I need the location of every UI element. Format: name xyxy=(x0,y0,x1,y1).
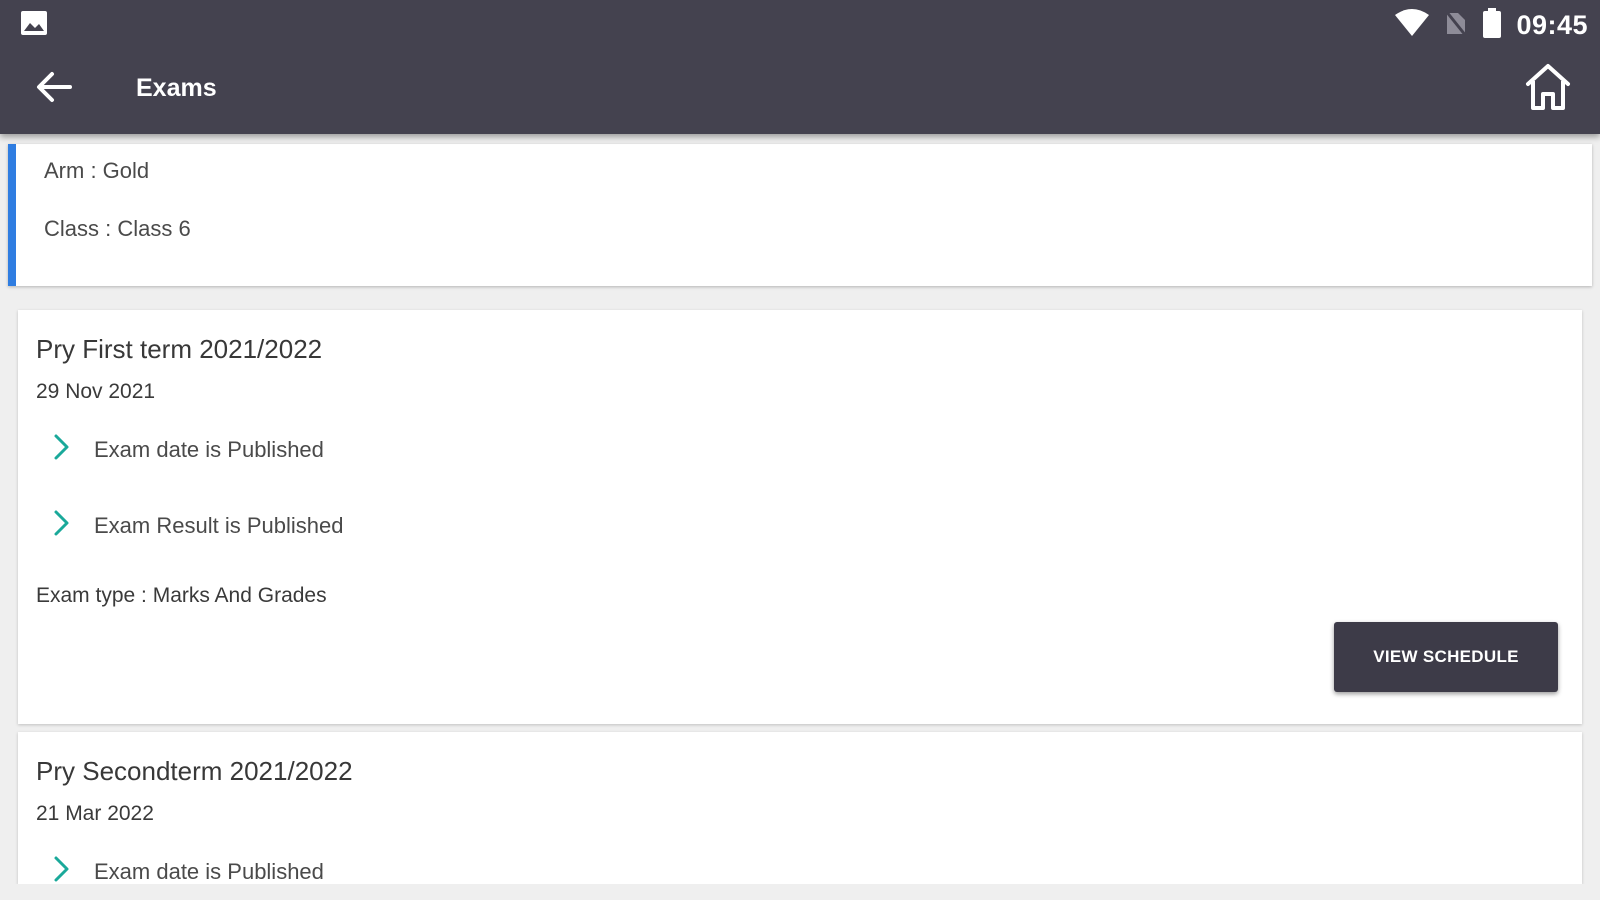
exam-status-text: Exam Result is Published xyxy=(94,513,344,538)
status-time: 09:45 xyxy=(1516,10,1588,40)
image-notification-icon xyxy=(20,10,48,41)
bottom-edge xyxy=(0,884,1600,900)
class-label: Class : Class 6 xyxy=(44,216,191,241)
arm-label: Arm : Gold xyxy=(44,158,150,183)
wifi-icon xyxy=(1394,9,1430,42)
back-button[interactable] xyxy=(30,66,78,112)
exam-date: 29 Nov 2021 xyxy=(36,380,156,403)
view-schedule-button[interactable]: VIEW SCHEDULE xyxy=(1334,622,1558,692)
status-bar: 09:45 xyxy=(0,0,1600,46)
page-title: Exams xyxy=(136,74,217,102)
chevron-right-icon xyxy=(52,432,72,468)
class-info-card: Arm : Gold Class : Class 6 xyxy=(8,144,1592,286)
exam-status-text: Exam date is Published xyxy=(94,437,324,462)
home-button[interactable] xyxy=(1522,62,1574,116)
top-bar: 09:45 Exams xyxy=(0,0,1600,134)
exam-card: Pry First term 2021/2022 29 Nov 2021 Exa… xyxy=(18,310,1582,724)
no-sim-icon xyxy=(1444,9,1468,42)
exam-title: Pry Secondterm 2021/2022 xyxy=(36,756,353,786)
exam-status-text: Exam date is Published xyxy=(94,859,324,884)
home-icon xyxy=(1524,62,1572,117)
exam-status-item: Exam date is Published xyxy=(52,432,324,468)
arrow-left-icon xyxy=(36,71,72,108)
exam-title: Pry First term 2021/2022 xyxy=(36,334,323,364)
exam-status-item: Exam Result is Published xyxy=(52,508,343,544)
exam-card: Pry Secondterm 2021/2022 21 Mar 2022 Exa… xyxy=(18,732,1582,884)
chevron-right-icon xyxy=(52,508,72,544)
app-bar: Exams xyxy=(0,56,1600,122)
battery-icon xyxy=(1482,8,1502,43)
exam-type: Exam type : Marks And Grades xyxy=(36,584,327,607)
exam-date: 21 Mar 2022 xyxy=(36,802,154,825)
